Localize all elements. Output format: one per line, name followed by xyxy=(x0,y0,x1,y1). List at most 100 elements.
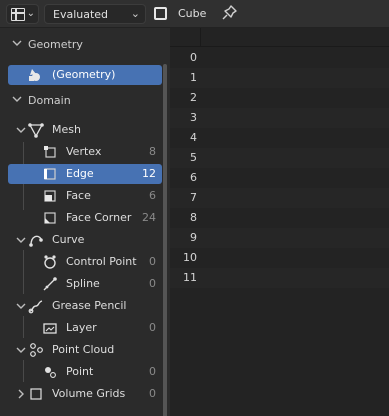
evaluation-mode-dropdown[interactable]: Evaluated ⌄ xyxy=(44,4,146,24)
row-index: 6 xyxy=(190,171,197,184)
spreadsheet-area: 0 1 2 3 4 5 6 7 8 9 10 11 xyxy=(170,28,389,416)
section-title: Domain xyxy=(28,94,71,107)
table-row: 1 xyxy=(170,68,389,88)
element-count: 24 xyxy=(142,211,156,224)
column-divider xyxy=(200,28,201,47)
table-row: 10 xyxy=(170,248,389,268)
element-count: 0 xyxy=(149,387,156,400)
chevron-down-icon xyxy=(16,303,26,309)
domain-label: Control Point xyxy=(66,255,137,268)
row-index: 8 xyxy=(190,211,197,224)
domain-grease-pencil[interactable]: Grease Pencil xyxy=(8,296,162,316)
chevron-down-icon xyxy=(16,347,26,353)
chevron-down-icon xyxy=(12,40,22,46)
domain-label: Vertex xyxy=(66,145,102,158)
domain-label: Volume Grids xyxy=(52,387,126,400)
point-icon xyxy=(45,367,56,378)
domain-control-point[interactable]: Control Point 0 xyxy=(8,252,162,272)
sidebar-scrollbar[interactable] xyxy=(163,64,167,416)
row-index: 11 xyxy=(183,271,197,284)
domain-label: Layer xyxy=(66,321,97,334)
domain-label: Mesh xyxy=(52,123,81,136)
spline-icon xyxy=(43,277,57,291)
row-index: 9 xyxy=(190,231,197,244)
geometry-item[interactable]: (Geometry) xyxy=(8,65,162,85)
volume-icon xyxy=(30,388,42,400)
geometry-section-header[interactable]: Geometry xyxy=(0,34,162,56)
row-index: 10 xyxy=(183,251,197,264)
domain-point[interactable]: Point 0 xyxy=(8,362,162,382)
chevron-down-icon xyxy=(16,237,26,243)
table-row: 11 xyxy=(170,268,389,288)
row-index: 2 xyxy=(190,91,197,104)
chevron-down-icon: ⌄ xyxy=(130,7,140,20)
domain-point-cloud[interactable]: Point Cloud xyxy=(8,340,162,360)
grease-pencil-icon xyxy=(28,300,43,314)
domain-curve[interactable]: Curve xyxy=(8,230,162,250)
mesh-icon xyxy=(28,123,44,138)
domain-label: Face xyxy=(66,189,91,202)
element-count: 8 xyxy=(149,145,156,158)
row-index: 1 xyxy=(190,71,197,84)
domain-section-header[interactable]: Domain xyxy=(0,90,162,112)
row-index: 0 xyxy=(190,51,197,64)
domain-label: Edge xyxy=(66,167,94,180)
geometry-item-label: (Geometry) xyxy=(52,68,116,81)
edge-icon xyxy=(44,168,56,180)
spreadsheet-icon xyxy=(11,8,25,21)
object-icon xyxy=(154,7,167,20)
domain-spline[interactable]: Spline 0 xyxy=(8,274,162,294)
domain-label: Spline xyxy=(66,277,100,290)
table-row: 3 xyxy=(170,108,389,128)
chevron-down-icon: ⌄ xyxy=(26,8,35,19)
table-row: 6 xyxy=(170,168,389,188)
layer-icon xyxy=(43,323,57,334)
chevron-down-icon xyxy=(12,96,22,102)
element-count: 12 xyxy=(142,167,156,180)
section-title: Geometry xyxy=(28,38,83,51)
row-index: 7 xyxy=(190,191,197,204)
element-count: 0 xyxy=(149,365,156,378)
domain-label: Point Cloud xyxy=(52,343,115,356)
domain-label: Face Corner xyxy=(66,211,132,224)
table-row: 0 xyxy=(170,48,389,68)
pin-icon[interactable] xyxy=(222,4,238,22)
element-count: 0 xyxy=(149,321,156,334)
element-count: 6 xyxy=(149,189,156,202)
element-count: 0 xyxy=(149,255,156,268)
point-cloud-icon xyxy=(30,343,43,357)
geometry-icon xyxy=(29,69,40,81)
domain-face-corner[interactable]: Face Corner 24 xyxy=(8,208,162,228)
element-count: 0 xyxy=(149,277,156,290)
evaluation-mode-label: Evaluated xyxy=(53,8,109,21)
domain-mesh[interactable]: Mesh xyxy=(8,120,162,140)
domain-label: Point xyxy=(66,365,94,378)
table-row: 9 xyxy=(170,228,389,248)
curve-icon xyxy=(29,235,43,247)
row-index: 5 xyxy=(190,151,197,164)
table-row: 4 xyxy=(170,128,389,148)
chevron-down-icon xyxy=(16,127,26,133)
chevron-right-icon xyxy=(18,389,24,399)
row-index: 4 xyxy=(190,131,197,144)
domain-vertex[interactable]: Vertex 8 xyxy=(8,142,162,162)
face-corner-icon xyxy=(44,212,56,224)
control-point-icon xyxy=(44,255,56,269)
table-row: 5 xyxy=(170,148,389,168)
domain-face[interactable]: Face 6 xyxy=(8,186,162,206)
column-header-row xyxy=(170,28,389,47)
domain-volume-grids[interactable]: Volume Grids 0 xyxy=(8,384,162,404)
row-index: 3 xyxy=(190,111,197,124)
table-row: 8 xyxy=(170,208,389,228)
domain-label: Curve xyxy=(52,233,85,246)
editor-type-dropdown[interactable]: ⌄ xyxy=(6,4,39,24)
domain-layer[interactable]: Layer 0 xyxy=(8,318,162,338)
domain-label: Grease Pencil xyxy=(52,299,127,312)
face-icon xyxy=(44,190,56,202)
table-row: 2 xyxy=(170,88,389,108)
table-row: 7 xyxy=(170,188,389,208)
editor-header: ⌄ Evaluated ⌄ Cube xyxy=(0,0,389,28)
domain-edge[interactable]: Edge 12 xyxy=(8,164,162,184)
object-name: Cube xyxy=(178,7,207,20)
dataset-sidebar: Geometry (Geometry) Domain Mesh Vertex 8… xyxy=(0,28,170,416)
